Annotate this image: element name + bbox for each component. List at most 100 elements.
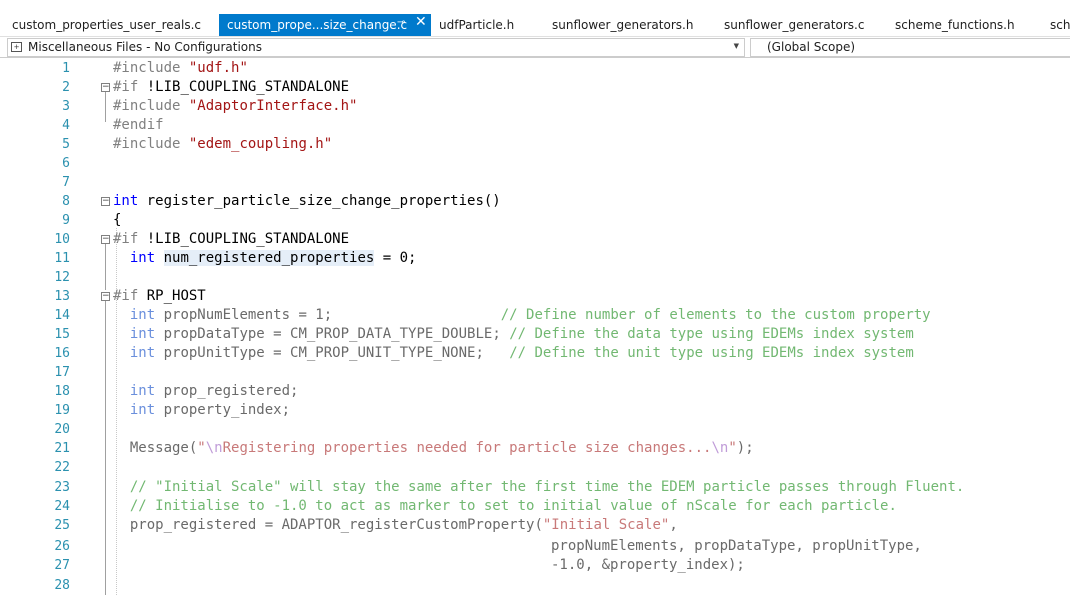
- preprocessor-directive: #include: [113, 136, 181, 152]
- code-text: propUnitType = CM_PROP_UNIT_TYPE_NONE;: [163, 345, 484, 361]
- code-text: prop_registered = ADAPTOR_registerCustom…: [129, 517, 543, 533]
- project-dropdown[interactable]: + Miscellaneous Files - No Configuration…: [7, 38, 745, 57]
- line-number: 1: [62, 61, 70, 76]
- code-line-5: #include "edem_coupling.h": [113, 135, 332, 154]
- line-number: 20: [54, 422, 70, 437]
- comment: // Initialise to -1.0 to act as marker t…: [129, 498, 897, 514]
- code-text: prop_registered;: [163, 383, 299, 399]
- line-number: 27: [54, 558, 70, 573]
- line-number: 21: [54, 441, 70, 456]
- scope-dropdown[interactable]: (Global Scope): [750, 38, 1070, 57]
- code-line-25: prop_registered = ADAPTOR_registerCustom…: [113, 516, 678, 535]
- code-line-1: #include "udf.h": [113, 59, 248, 78]
- code-text: propDataType = CM_PROP_DATA_TYPE_DOUBLE;: [163, 326, 501, 342]
- outline-line: [105, 301, 106, 595]
- dropdown-arrow-icon: ▼: [733, 42, 739, 50]
- line-number: 8: [62, 194, 70, 209]
- padding: [501, 326, 509, 342]
- preprocessor-directive: #if: [113, 79, 139, 95]
- close-icon[interactable]: ✕: [415, 14, 427, 30]
- tab-sunflower-generators-c[interactable]: sunflower_generators.c: [718, 14, 888, 36]
- line-number: 22: [54, 460, 70, 475]
- code-line-15: int propDataType = CM_PROP_DATA_TYPE_DOU…: [113, 325, 914, 344]
- string-literal: "edem_coupling.h": [188, 136, 333, 152]
- tab-custom-properties-user-reals[interactable]: custom_properties_user_reals.c: [4, 14, 219, 36]
- outline-line: [105, 244, 106, 290]
- project-icon: +: [11, 42, 22, 52]
- line-number: 3: [62, 99, 70, 114]
- code-line-18: int prop_registered;: [113, 382, 299, 401]
- keyword: int: [129, 345, 156, 361]
- escape-sequence: \n: [711, 440, 729, 456]
- scope-dropdown-label: (Global Scope): [767, 40, 856, 54]
- comment: // Define the data type using EDEMs inde…: [509, 326, 914, 342]
- brace: {: [113, 212, 122, 228]
- code-line-26: propNumElements, propDataType, propUnitT…: [551, 537, 922, 556]
- code-text: -1.0, &property_index);: [551, 557, 745, 573]
- code-text: );: [736, 440, 754, 456]
- line-number: 5: [62, 137, 70, 152]
- line-number: 17: [54, 365, 70, 380]
- project-dropdown-label: Miscellaneous Files - No Configurations: [28, 40, 262, 54]
- line-number: 6: [62, 156, 70, 171]
- string-literal: "AdaptorInterface.h": [188, 98, 358, 114]
- document-tab-bar: custom_properties_user_reals.c custom_pr…: [0, 0, 1070, 36]
- line-number: 10: [54, 232, 70, 247]
- tab-sunflower-generators-h[interactable]: sunflower_generators.h: [546, 14, 718, 36]
- tab-scheme-functions-h[interactable]: scheme_functions.h: [888, 14, 1043, 36]
- highlighted-identifier[interactable]: num_registered_properties: [163, 250, 375, 266]
- code-text: = 0;: [374, 250, 417, 266]
- comment: // "Initial Scale" will stay the same af…: [129, 479, 965, 495]
- line-number: 7: [62, 175, 70, 190]
- collapse-toggle-icon[interactable]: −: [101, 197, 110, 206]
- code-text: propNumElements = 1;: [163, 307, 333, 323]
- code-line-9: {: [113, 211, 121, 230]
- tab-label: sunflower_generators.h: [552, 18, 694, 32]
- code-line-8: int register_particle_size_change_proper…: [113, 192, 501, 211]
- function-call: Message(: [129, 440, 198, 456]
- keyword: int: [129, 383, 156, 399]
- line-number: 25: [54, 518, 70, 533]
- line-number: 24: [54, 499, 70, 514]
- pin-icon[interactable]: ⊸: [397, 17, 405, 28]
- line-number: 16: [54, 346, 70, 361]
- line-number: 14: [54, 308, 70, 323]
- code-text: property_index;: [163, 402, 291, 418]
- keyword: int: [113, 193, 139, 209]
- line-number: 11: [54, 251, 70, 266]
- tab-scheme-overflow[interactable]: sche: [1043, 14, 1070, 36]
- tab-label: scheme_functions.h: [895, 18, 1015, 32]
- line-number-gutter: 1 2 3 4 5 6 7 8 9 10 11 12 13 14 15 16 1…: [0, 58, 100, 595]
- tab-label: sunflower_generators.c: [724, 18, 865, 32]
- tab-label: sche: [1050, 18, 1070, 32]
- collapse-toggle-icon[interactable]: −: [101, 83, 110, 92]
- code-text: ,: [669, 517, 678, 533]
- keyword: int: [129, 307, 156, 323]
- macro-condition: !LIB_COUPLING_STANDALONE: [146, 79, 350, 95]
- string-literal: ": [197, 440, 206, 456]
- preprocessor-directive: #if: [113, 231, 139, 247]
- tab-custom-properties-size-change[interactable]: custom_prope...size_change.c ⊸ ✕: [219, 14, 431, 36]
- code-line-13: #if RP_HOST: [113, 287, 206, 306]
- line-number: 18: [54, 384, 70, 399]
- outline-line: [105, 92, 106, 122]
- line-number: 13: [54, 289, 70, 304]
- macro-condition: RP_HOST: [146, 288, 206, 304]
- code-line-4: #endif: [113, 116, 164, 135]
- tab-udf-particle-h[interactable]: udfParticle.h: [431, 14, 546, 36]
- code-line-2: #if !LIB_COUPLING_STANDALONE: [113, 78, 349, 97]
- code-line-21: Message(" \nRegistering properties needed…: [113, 439, 754, 458]
- preprocessor-directive: #if: [113, 288, 139, 304]
- collapse-toggle-icon[interactable]: −: [101, 235, 110, 244]
- code-editor[interactable]: 1 2 3 4 5 6 7 8 9 10 11 12 13 14 15 16 1…: [0, 58, 1070, 595]
- code-line-10: #if !LIB_COUPLING_STANDALONE: [113, 230, 349, 249]
- string-literal: "udf.h": [188, 60, 248, 76]
- padding: [332, 307, 501, 323]
- code-line-14: int propNumElements = 1; // Define numbe…: [113, 306, 931, 325]
- keyword: int: [129, 402, 156, 418]
- padding: [484, 345, 509, 361]
- line-number: 23: [54, 480, 70, 495]
- line-number: 28: [54, 578, 70, 593]
- collapse-toggle-icon[interactable]: −: [101, 292, 110, 301]
- string-literal: Registering properties needed for partic…: [222, 440, 712, 456]
